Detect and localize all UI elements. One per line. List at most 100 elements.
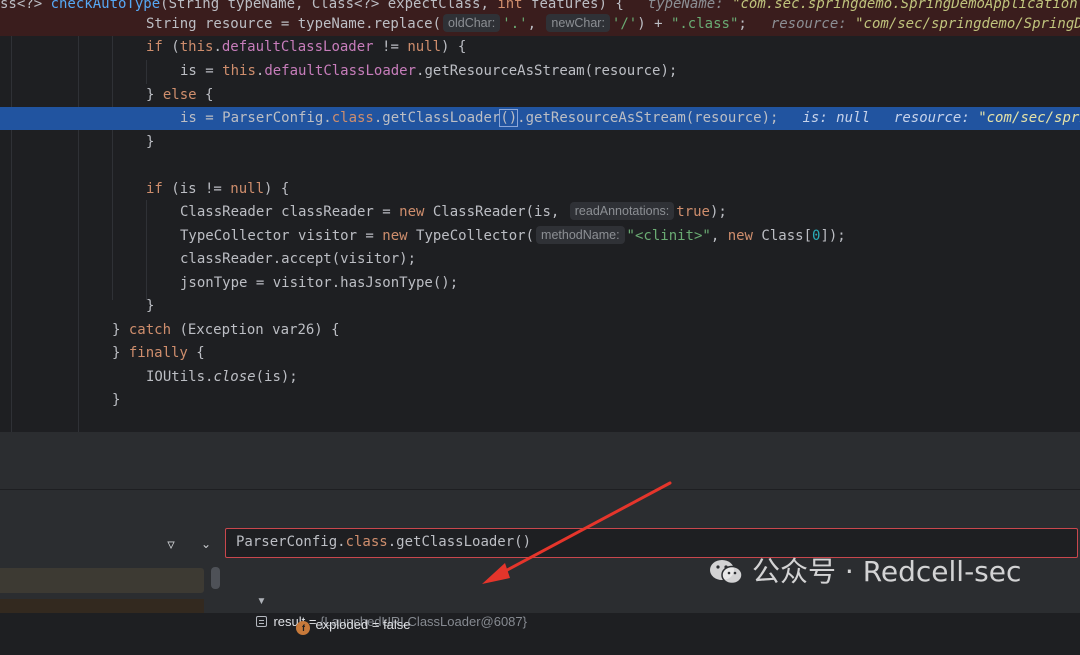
frame-item[interactable] xyxy=(0,599,204,613)
parameter-hint: readAnnotations: xyxy=(569,202,675,220)
code-text: is = ParserConfig. xyxy=(180,110,332,126)
string-literal: ".class" xyxy=(670,16,739,32)
string-literal: '/' xyxy=(611,16,638,32)
keyword: class xyxy=(331,110,374,126)
code-text: .getResourceAsStream(resource); xyxy=(517,110,779,126)
code-line-close-brace[interactable]: } xyxy=(0,295,1080,318)
parameter-hint: oldChar: xyxy=(443,14,501,32)
debug-inline-value: resource: "com/sec/springdemo/SpringD xyxy=(770,16,1080,32)
code-text: ; xyxy=(738,16,747,32)
keyword: else xyxy=(162,87,197,103)
code-text: { xyxy=(196,87,214,103)
code-text: String resource = typeName.replace( xyxy=(146,16,442,32)
code-text: { xyxy=(187,345,205,361)
code-editor[interactable]: ss<?> checkAutoType(String typeName, Cla… xyxy=(0,0,1080,432)
code-line-finally[interactable]: } finally { xyxy=(0,342,1080,365)
matched-parentheses: () xyxy=(499,109,519,127)
debug-inline-value: resource: "com/sec/spri xyxy=(893,110,1080,126)
watermark-text: 公众号 · Redcell-sec xyxy=(752,555,1022,588)
field-tree-row[interactable]: f exploded = false xyxy=(282,595,411,635)
code-line-if-classloader[interactable]: if (this.defaultClassLoader != null) { xyxy=(0,36,1080,59)
keyword: true xyxy=(676,204,710,220)
string-literal: '.' xyxy=(502,16,528,32)
code-text: (is != xyxy=(162,181,231,197)
code-text: ClassReader classReader = xyxy=(180,204,400,220)
code-line-json-type[interactable]: jsonType = visitor.hasJsonType(); xyxy=(0,272,1080,295)
divider xyxy=(0,489,1080,490)
method-name: checkAutoType xyxy=(50,0,161,12)
string-literal: "<clinit>" xyxy=(626,228,711,244)
code-text: ss<?> xyxy=(0,0,51,12)
result-tree-row[interactable]: ▼ result = {LaunchedURLClassLoader@6087} xyxy=(242,570,527,629)
keyword: class xyxy=(345,534,388,550)
keyword: this xyxy=(222,63,256,79)
code-text: } xyxy=(146,87,163,103)
code-text: , xyxy=(527,16,545,32)
field-name: defaultClassLoader xyxy=(221,39,374,55)
keyword: this xyxy=(179,39,214,55)
code-text: TypeCollector visitor = xyxy=(180,228,383,244)
code-line-execution-point[interactable]: is = ParserConfig.class.getClassLoader()… xyxy=(0,107,1080,130)
scrollbar[interactable] xyxy=(211,567,220,589)
code-text: != xyxy=(373,39,408,55)
code-text: (String typeName, Class<?> expectClass, xyxy=(160,0,498,12)
code-text: features) { xyxy=(522,0,624,12)
code-line-close-brace[interactable]: } xyxy=(0,389,1080,412)
expand-arrow-icon[interactable]: ▼ xyxy=(256,592,268,612)
code-text: . xyxy=(213,39,222,55)
filter-icon[interactable]: ▿ xyxy=(162,535,180,553)
debug-inline-value: typeName: "com.sec.springdemo.SpringDemo… xyxy=(647,0,1080,12)
keyword: finally xyxy=(128,345,188,361)
code-line-catch[interactable]: } catch (Exception var26) { xyxy=(0,319,1080,342)
code-line-resource[interactable]: String resource = typeName.replace(oldCh… xyxy=(0,13,1080,36)
field-name: exploded xyxy=(315,617,369,632)
code-text: ) { xyxy=(264,181,290,197)
code-text: ) + xyxy=(637,16,671,32)
keyword: new xyxy=(727,228,753,244)
code-line-ioutils-close[interactable]: IOUtils.close(is); xyxy=(0,366,1080,389)
field-name: defaultClassLoader xyxy=(264,63,417,79)
code-line-else[interactable]: } else { xyxy=(0,84,1080,107)
code-line-accept-visitor[interactable]: classReader.accept(visitor); xyxy=(0,248,1080,271)
code-text: (is); xyxy=(255,369,298,385)
code-text: .getClassLoader xyxy=(373,110,501,126)
keyword: catch xyxy=(128,322,172,338)
parameter-hint: methodName: xyxy=(536,226,625,244)
code-text: } xyxy=(146,298,155,314)
code-text: classReader.accept(visitor); xyxy=(180,251,417,267)
code-line-class-reader[interactable]: ClassReader classReader = new ClassReade… xyxy=(0,201,1080,224)
expression-text: ParserConfig. xyxy=(236,534,346,550)
code-text: Class[ xyxy=(753,228,813,244)
code-text: ) { xyxy=(441,39,467,55)
keyword: new xyxy=(382,228,408,244)
code-line-close-brace[interactable]: } xyxy=(0,131,1080,154)
parameter-hint: newChar: xyxy=(546,14,610,32)
code-line-is-assign-this[interactable]: is = this.defaultClassLoader.getResource… xyxy=(0,60,1080,83)
code-line-type-collector[interactable]: TypeCollector visitor = new TypeCollecto… xyxy=(0,225,1080,248)
debug-inline-value: is: null xyxy=(802,110,870,126)
selected-frame[interactable] xyxy=(0,568,204,593)
chevron-down-icon[interactable]: ⌄ xyxy=(198,535,214,553)
keyword: new xyxy=(399,204,425,220)
expression-text: .getClassLoader() xyxy=(387,534,532,550)
object-icon xyxy=(256,616,268,627)
code-line-if-is-not-null[interactable]: if (is != null) { xyxy=(0,178,1080,201)
frames-panel[interactable]: ▿ ⌄ xyxy=(0,527,224,613)
code-text: ( xyxy=(162,39,180,55)
keyword: if xyxy=(146,181,163,197)
code-text: (Exception var26) { xyxy=(171,322,340,338)
code-text: .getResourceAsStream(resource); xyxy=(416,63,678,79)
keyword: if xyxy=(146,39,163,55)
code-text: , xyxy=(710,228,728,244)
field-value: false xyxy=(383,617,411,632)
code-text: ); xyxy=(709,204,727,220)
keyword: int xyxy=(497,0,523,12)
watermark: 公众号 · Redcell-sec xyxy=(708,552,1021,592)
equals-sign: = xyxy=(368,617,384,632)
code-text: } xyxy=(112,322,129,338)
code-text: is = xyxy=(180,63,223,79)
static-method-name: close xyxy=(213,369,256,385)
code-text: ]); xyxy=(820,228,846,244)
code-text: IOUtils. xyxy=(146,369,214,385)
code-text: } xyxy=(146,134,155,150)
